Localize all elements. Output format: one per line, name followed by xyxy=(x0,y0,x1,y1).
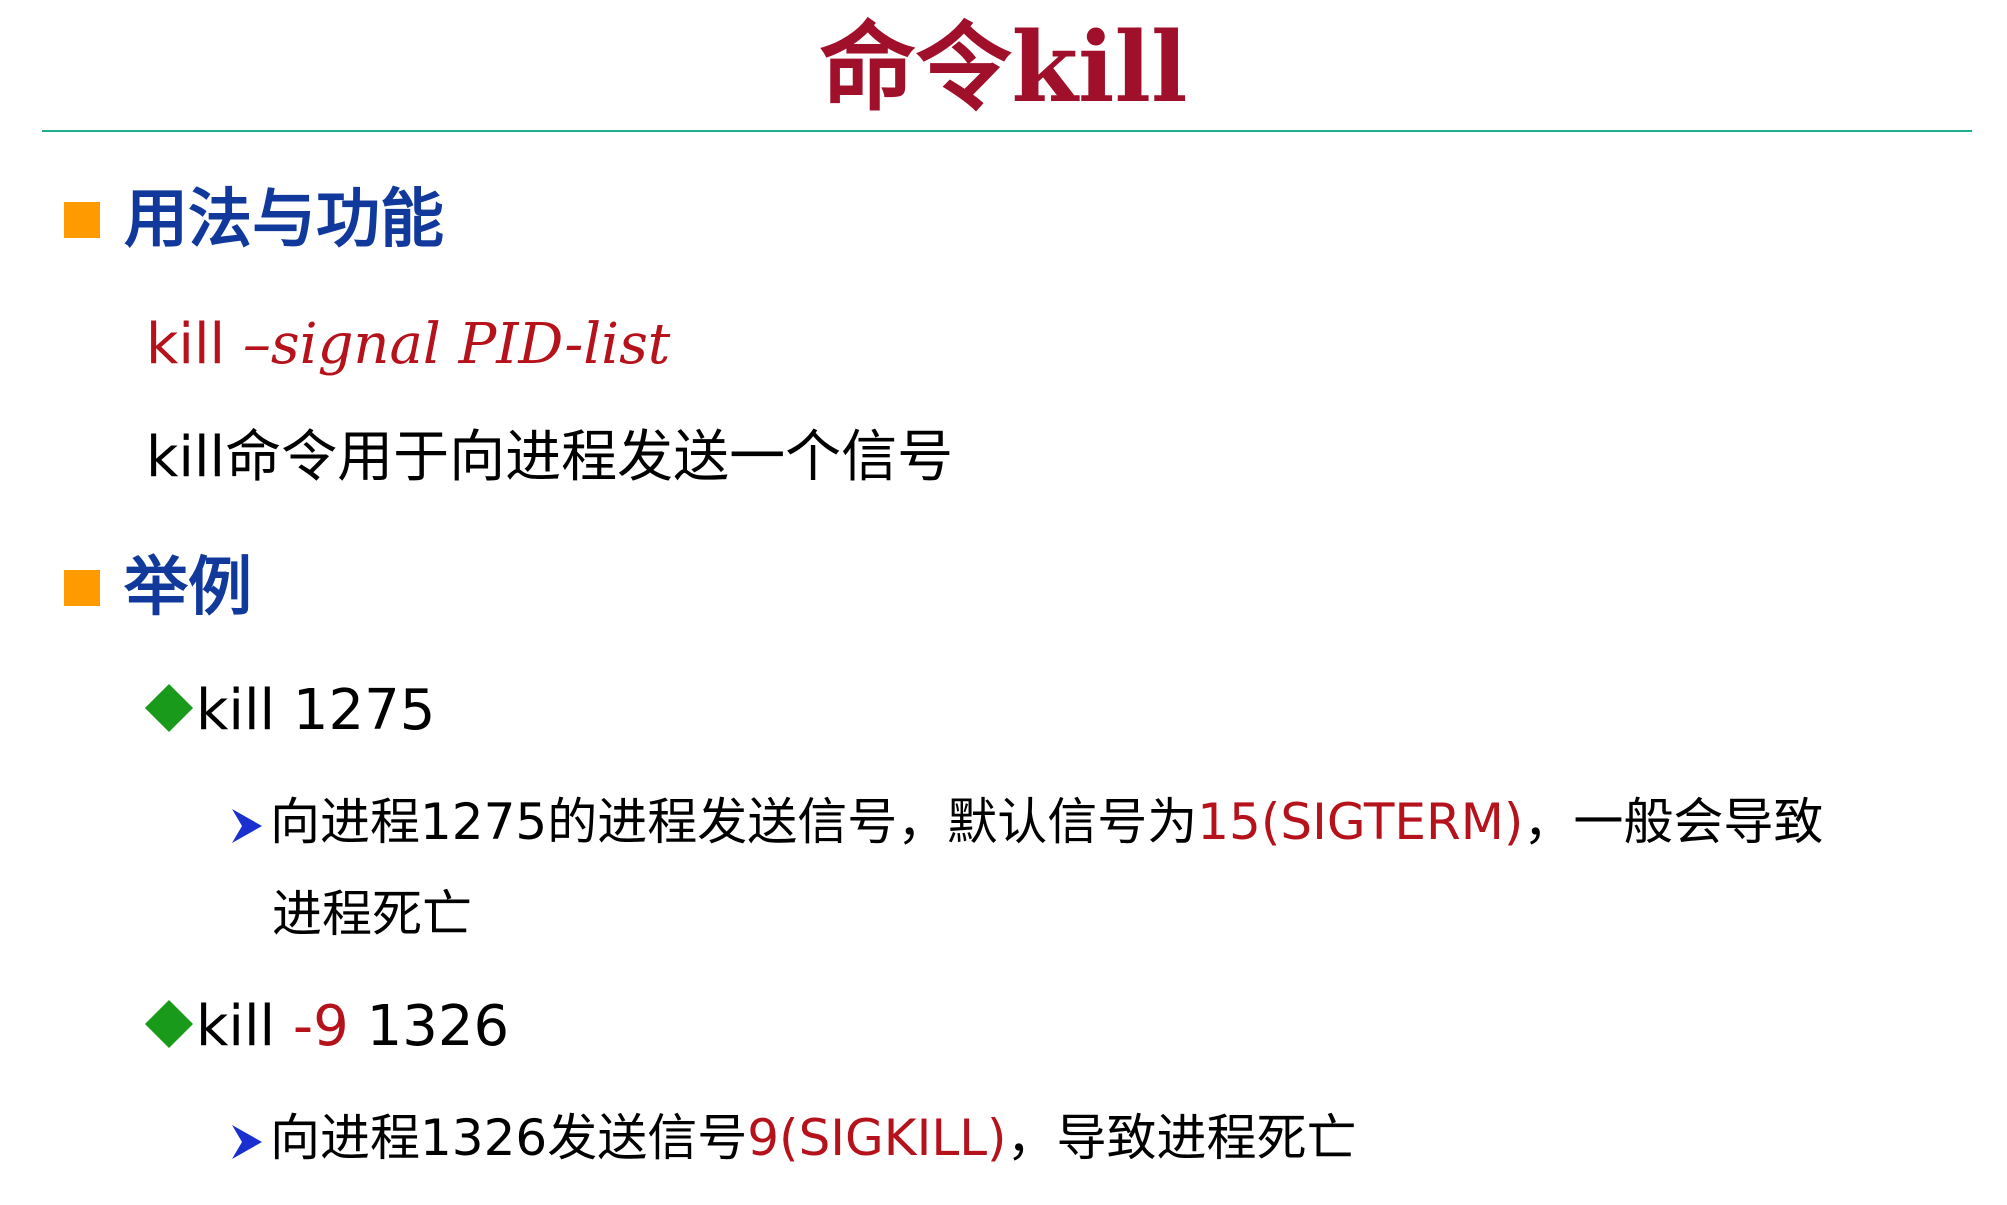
example-1-detail-continuation: 进程死亡 xyxy=(272,885,472,943)
example-1-detail: 向进程1275的进程发送信号，默认信号为15(SIGTERM)，一般会导致 xyxy=(230,776,1823,868)
example-2-cmd: kill xyxy=(196,994,276,1059)
example-1-command: kill 1275 xyxy=(144,676,436,746)
blue-arrow-bullet-icon xyxy=(232,808,262,843)
section-heading-usage: 用法与功能 xyxy=(124,183,444,257)
example-1-cmd: kill xyxy=(196,678,276,743)
syntax-command: kill xyxy=(146,312,226,377)
example-2-command: kill -9 1326 xyxy=(144,992,510,1062)
syntax-options: –signal PID-list xyxy=(242,312,671,377)
example-1-signal: 15(SIGTERM) xyxy=(1197,793,1524,851)
example-2-args: 1326 xyxy=(366,994,510,1059)
orange-square-bullet-icon xyxy=(64,570,100,606)
command-syntax: kill –signal PID-list xyxy=(146,310,670,380)
section-heading-examples: 举例 xyxy=(124,551,252,625)
green-diamond-bullet-icon xyxy=(144,683,194,733)
example-2-signal: 9(SIGKILL) xyxy=(747,1109,1007,1167)
slide-title: 命令kill xyxy=(819,11,1188,124)
example-2-flag: -9 xyxy=(292,994,349,1059)
green-diamond-bullet-icon xyxy=(144,999,194,1049)
command-description: kill命令用于向进程发送一个信号 xyxy=(146,425,954,490)
title-divider xyxy=(42,130,1972,132)
blue-arrow-bullet-icon xyxy=(232,1124,262,1159)
example-2-detail: 向进程1326发送信号9(SIGKILL)，导致进程死亡 xyxy=(230,1092,1357,1184)
example-1-args: 1275 xyxy=(292,678,436,743)
example-2-detail-tail: ，导致进程死亡 xyxy=(1006,1109,1357,1167)
example-1-detail-text: 向进程1275的进程发送信号，默认信号为 xyxy=(270,793,1198,851)
example-1-detail-tail: ，一般会导致 xyxy=(1523,793,1824,851)
example-2-detail-text: 向进程1326发送信号 xyxy=(270,1109,748,1167)
orange-square-bullet-icon xyxy=(64,202,100,238)
